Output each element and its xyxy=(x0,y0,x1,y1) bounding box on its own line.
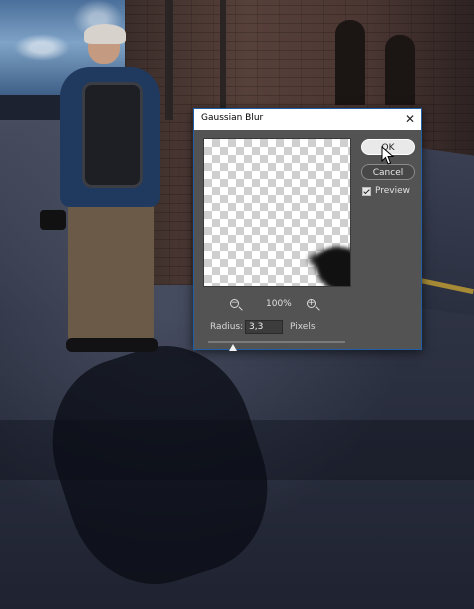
mouse-cursor-icon xyxy=(381,146,395,165)
building-shadow xyxy=(0,420,474,480)
gaussian-blur-dialog: Gaussian Blur ✕ − 100% + Radius: Pixels … xyxy=(193,108,422,351)
close-icon[interactable]: ✕ xyxy=(405,111,415,127)
preview-toggle[interactable]: Preview xyxy=(362,186,422,198)
radius-slider-thumb[interactable] xyxy=(229,344,237,351)
radius-row: Radius: Pixels xyxy=(210,320,410,336)
preview-shape xyxy=(316,247,350,286)
blur-preview[interactable] xyxy=(203,138,351,287)
radius-input[interactable] xyxy=(245,320,283,334)
zoom-out-icon[interactable]: − xyxy=(229,298,243,312)
radius-label: Radius: xyxy=(210,322,244,332)
zoom-in-icon[interactable]: + xyxy=(306,298,320,312)
dialog-titlebar[interactable]: Gaussian Blur ✕ xyxy=(194,109,421,130)
camera xyxy=(40,210,66,230)
zoom-level: 100% xyxy=(266,299,292,309)
radius-unit: Pixels xyxy=(290,322,316,332)
cancel-button[interactable]: Cancel xyxy=(361,164,415,180)
preview-checkbox[interactable] xyxy=(362,187,371,196)
radius-slider-track[interactable] xyxy=(208,341,345,343)
photographer xyxy=(40,12,180,362)
dialog-title: Gaussian Blur xyxy=(201,113,264,123)
zoom-controls: − 100% + xyxy=(229,298,324,314)
preview-label: Preview xyxy=(375,186,411,196)
